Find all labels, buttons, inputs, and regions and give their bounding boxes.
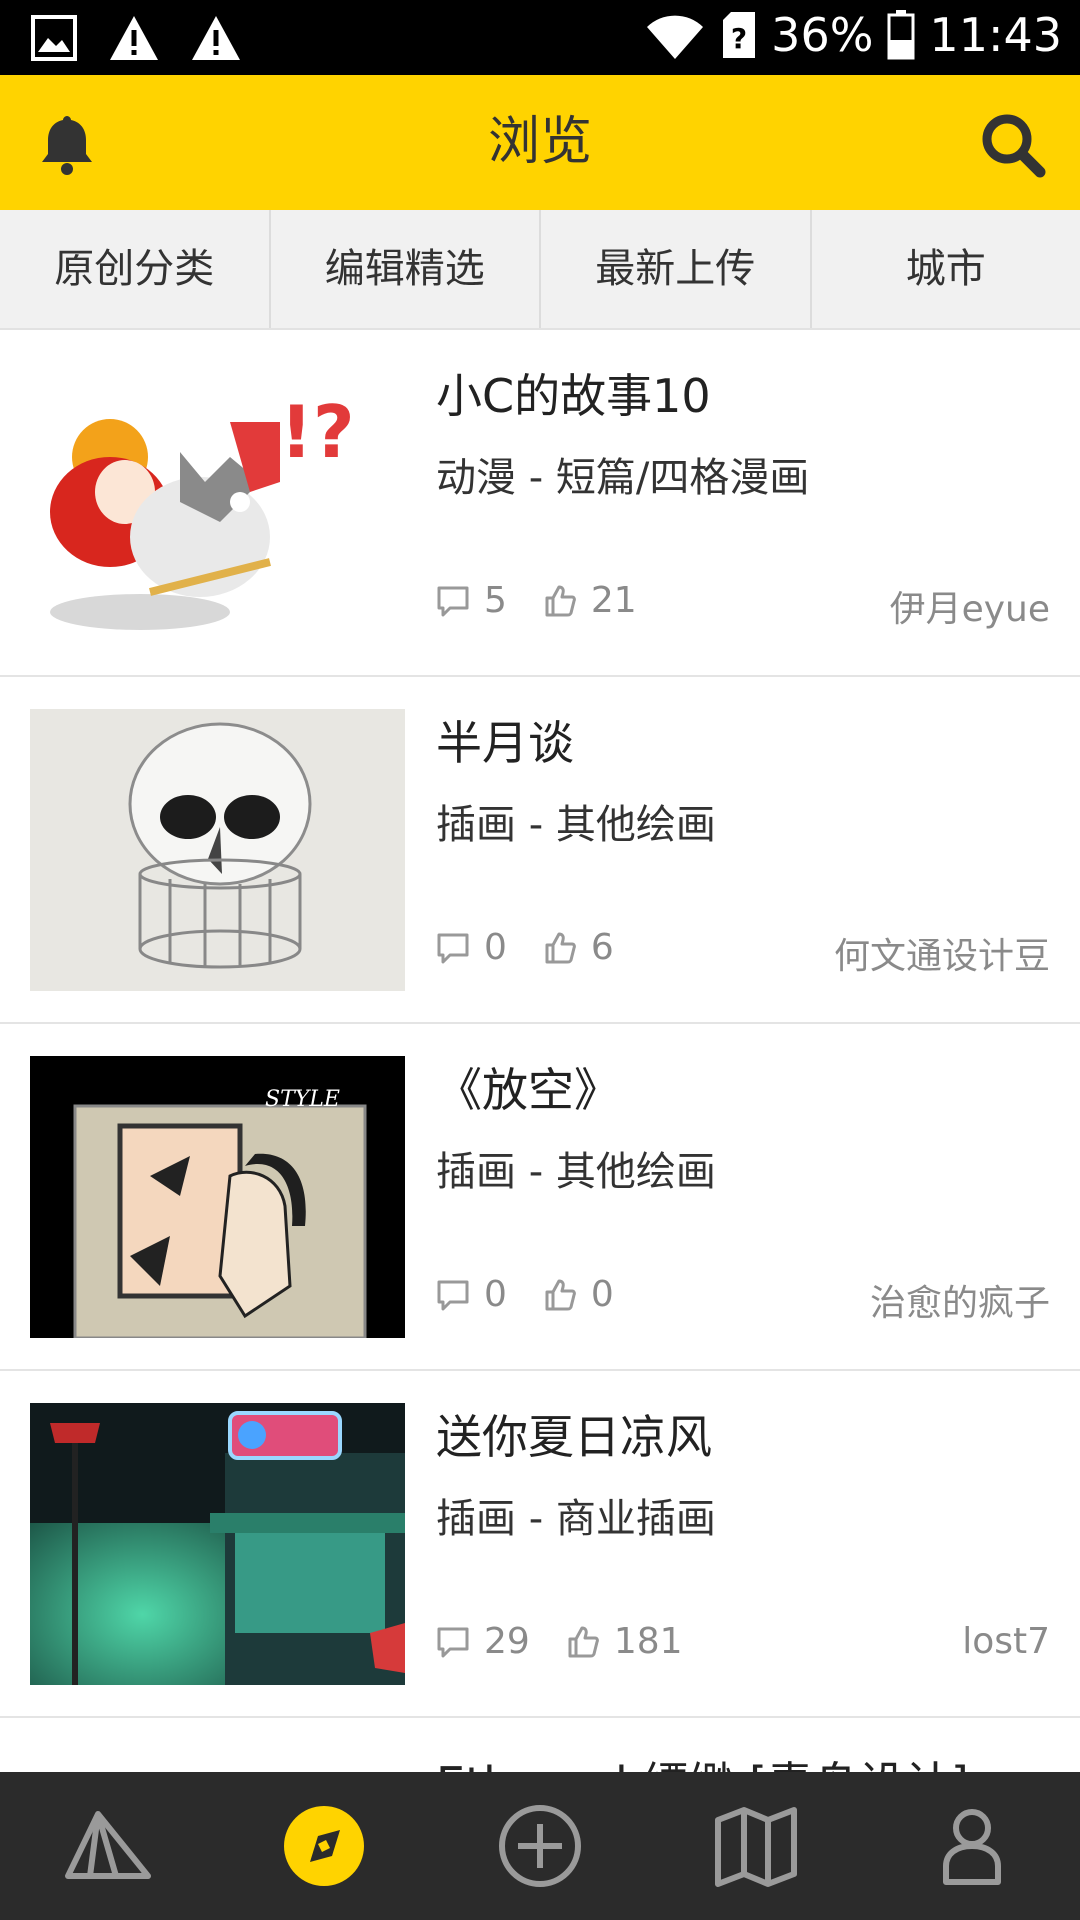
page-title: 浏览 (487, 112, 592, 172)
thumbnail (30, 1403, 405, 1685)
like-count: 6 (590, 927, 614, 968)
thumbs-up-icon (545, 1279, 576, 1310)
thumbnail (30, 709, 405, 991)
comment-icon (437, 586, 469, 616)
nav-profile[interactable] (864, 1772, 1080, 1920)
item-stats: 5 21 (436, 580, 673, 621)
item-author[interactable]: 何文通设计豆 (834, 927, 1050, 979)
item-title: 半月谈 (436, 716, 574, 770)
warning-icon (110, 16, 158, 60)
camp-icon (65, 1811, 151, 1879)
add-circle-icon (499, 1805, 581, 1887)
item-stats: 29 181 (436, 1621, 719, 1662)
person-icon (943, 1809, 1001, 1885)
list-item[interactable]: !? 小C的故事10 动漫 - 短篇/四格漫画 5 21 伊月eyue (0, 330, 1080, 677)
comment-count: 0 (484, 927, 507, 968)
thumbnail: !? (30, 362, 405, 644)
list-item[interactable]: STYLE 《放空》 插画 - 其他绘画 0 0 治愈的疯子 (0, 1024, 1080, 1371)
svg-text:?: ? (731, 22, 747, 55)
comment-icon (437, 1280, 469, 1310)
works-list: !? 小C的故事10 动漫 - 短篇/四格漫画 5 21 伊月eyue 半月谈 … (0, 330, 1080, 1798)
like-count: 21 (590, 580, 637, 621)
tab-original-category[interactable]: 原创分类 (0, 210, 271, 328)
item-author[interactable]: 治愈的疯子 (870, 1274, 1050, 1326)
nav-home[interactable] (0, 1772, 216, 1920)
item-stats: 0 0 (436, 1274, 650, 1315)
item-author[interactable]: 伊月eyue (890, 580, 1050, 632)
tab-city[interactable]: 城市 (812, 210, 1080, 328)
compass-icon (284, 1806, 364, 1886)
warning-icon (192, 16, 240, 60)
item-category: 插画 - 商业插画 (436, 1496, 716, 1542)
category-tabs: 原创分类 编辑精选 最新上传 城市 (0, 210, 1080, 330)
item-stats: 0 6 (436, 927, 650, 968)
comment-icon (437, 933, 469, 963)
nav-browse[interactable] (216, 1772, 432, 1920)
item-title: 送你夏日凉风 (436, 1410, 712, 1464)
comment-count: 29 (484, 1621, 530, 1662)
item-category: 插画 - 其他绘画 (436, 1149, 716, 1195)
item-category: 插画 - 其他绘画 (436, 802, 716, 848)
battery-icon (887, 10, 915, 60)
thumbs-up-icon (545, 585, 576, 616)
image-icon (31, 15, 77, 61)
thumbnail: STYLE (30, 1056, 405, 1338)
tab-latest-uploads[interactable]: 最新上传 (541, 210, 812, 328)
bottom-nav (0, 1772, 1080, 1920)
comment-count: 0 (484, 1274, 507, 1315)
status-bar: ? 36% 11:43 (0, 0, 1080, 75)
svg-text:!?: !? (280, 390, 355, 474)
sim-unknown-icon: ? (723, 12, 756, 58)
clock: 11:43 (929, 8, 1062, 62)
like-count: 0 (590, 1274, 614, 1315)
comment-icon (437, 1627, 469, 1657)
wifi-icon (647, 15, 704, 60)
search-icon[interactable] (978, 110, 1048, 180)
thumbs-up-icon (545, 932, 576, 963)
list-item[interactable]: 送你夏日凉风 插画 - 商业插画 29 181 lost7 (0, 1371, 1080, 1718)
app-bar: 浏览 (0, 75, 1080, 210)
item-title: 小C的故事10 (436, 369, 711, 423)
like-count: 181 (613, 1621, 683, 1662)
item-author[interactable]: lost7 (962, 1621, 1050, 1662)
comment-count: 5 (484, 580, 507, 621)
item-title: 《放空》 (436, 1063, 620, 1117)
tab-editor-picks[interactable]: 编辑精选 (271, 210, 541, 328)
svg-text:STYLE: STYLE (265, 1087, 340, 1112)
nav-map[interactable] (648, 1772, 864, 1920)
list-item[interactable]: 半月谈 插画 - 其他绘画 0 6 何文通设计豆 (0, 677, 1080, 1024)
map-icon (715, 1807, 797, 1887)
nav-upload[interactable] (432, 1772, 648, 1920)
battery-percent: 36% (771, 8, 874, 62)
item-category: 动漫 - 短篇/四格漫画 (436, 455, 810, 501)
thumbs-up-icon (568, 1626, 599, 1657)
